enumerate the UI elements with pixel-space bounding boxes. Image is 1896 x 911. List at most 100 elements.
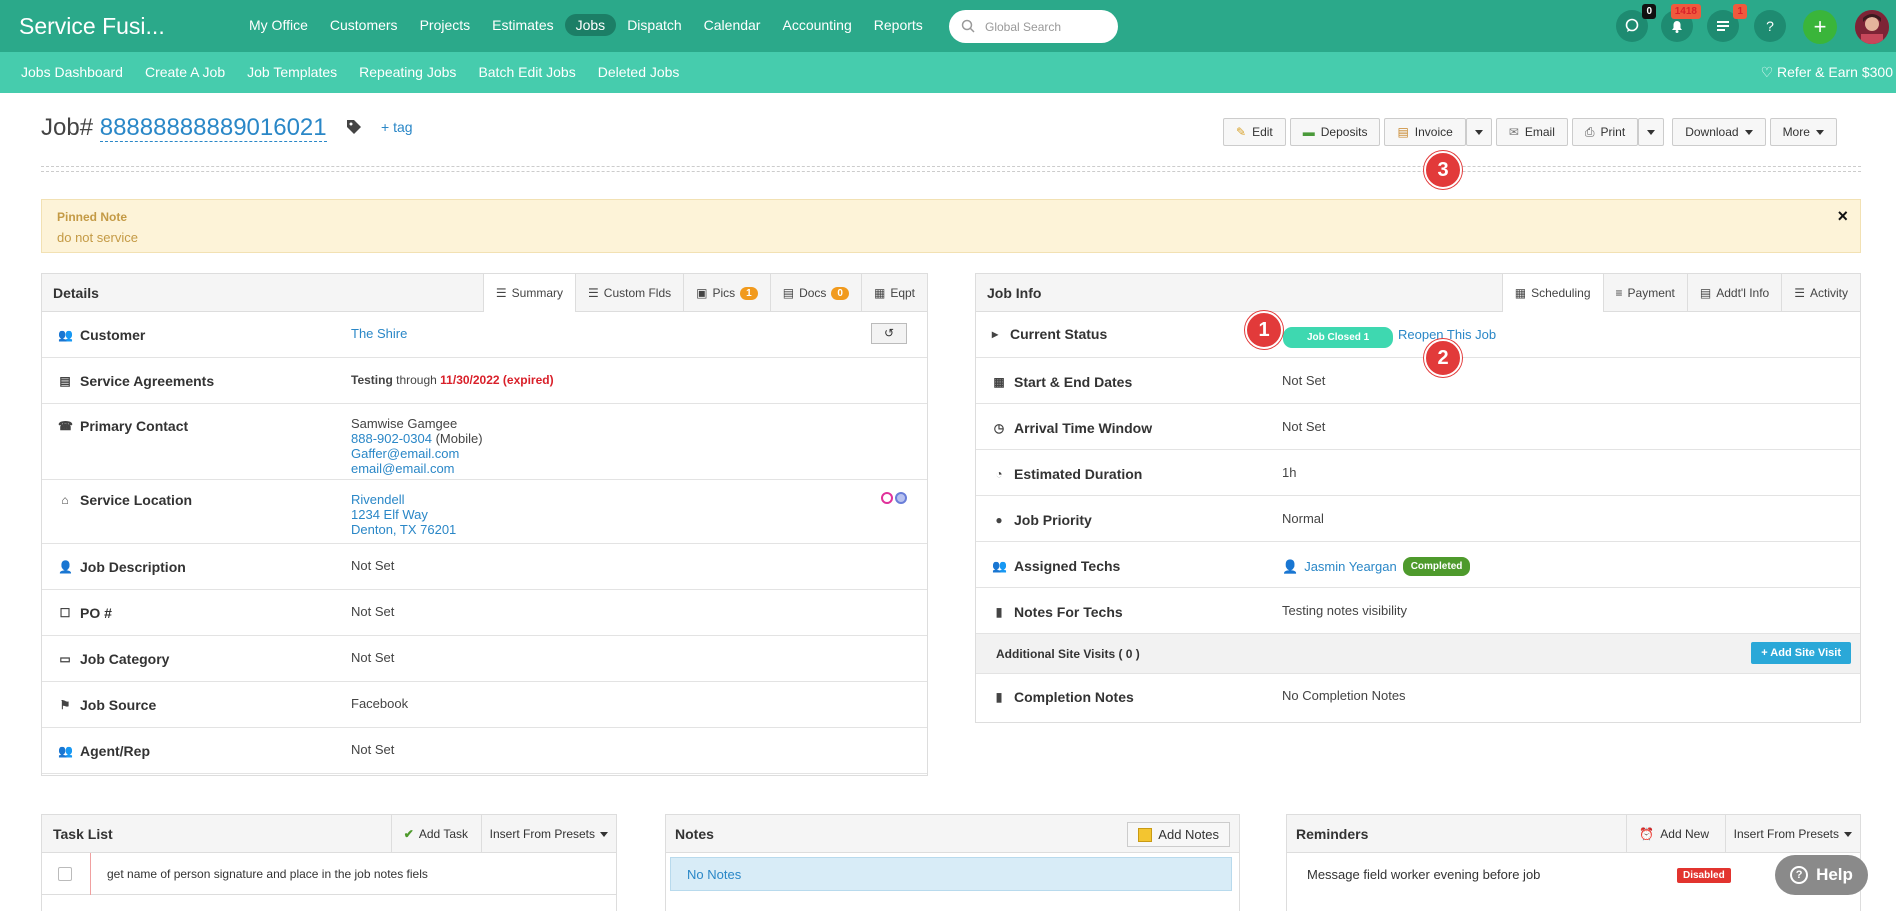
contact-email-link[interactable]: email@email.com <box>351 461 483 476</box>
refer-earn-link[interactable]: ♡ Refer & Earn $300 <box>1761 64 1893 81</box>
subnav-batch-edit-jobs[interactable]: Batch Edit Jobs <box>478 64 575 80</box>
list-icon: ☰ <box>1794 286 1805 300</box>
tag-icon[interactable] <box>345 118 363 136</box>
tab-activity[interactable]: ☰ Activity <box>1781 274 1860 312</box>
tab-docs[interactable]: ▤ Docs 0 <box>769 274 861 312</box>
location-street-link[interactable]: 1234 Elf Way <box>351 507 456 522</box>
download-button[interactable]: Download <box>1672 118 1766 146</box>
help-button[interactable]: ? <box>1754 10 1786 42</box>
location-name-link[interactable]: Rivendell <box>351 492 456 507</box>
equipment-icon: ▦ <box>873 286 886 300</box>
tasks-button[interactable]: 1 <box>1707 4 1747 42</box>
tab-equipment[interactable]: ▦ Eqpt <box>860 274 927 312</box>
details-title: Details <box>53 285 99 301</box>
email-button[interactable]: ✉ Email <box>1495 118 1568 146</box>
nav-reports[interactable]: Reports <box>863 14 934 36</box>
tab-additional-info[interactable]: ▤ Addt'l Info <box>1686 274 1781 312</box>
close-icon[interactable]: × <box>1837 206 1848 227</box>
tab-payment[interactable]: ≡ Payment <box>1602 274 1687 312</box>
user-edit-icon: 👤 <box>58 560 73 574</box>
subnav-repeating-jobs[interactable]: Repeating Jobs <box>359 64 456 80</box>
brand-logo[interactable]: Service Fusi... <box>19 13 165 40</box>
add-site-visit-button[interactable]: + Add Site Visit <box>1751 642 1851 664</box>
add-reminder-button[interactable]: ⏰ Add New <box>1626 815 1721 853</box>
heart-icon: ♡ <box>1760 64 1774 80</box>
duration-value: 1h <box>1282 465 1297 480</box>
tab-summary[interactable]: ☰ Summary <box>482 274 576 312</box>
completion-value: No Completion Notes <box>1282 688 1406 703</box>
reminder-text[interactable]: Message field worker evening before job <box>1307 867 1540 882</box>
details-panel: Details ☰ Summary ☰ Custom Flds ▣ Pics 1 ▤ Do… <box>41 273 928 776</box>
document-icon: ▤ <box>782 286 795 300</box>
sticky-note-icon <box>1138 827 1153 842</box>
chevron-down-icon <box>600 831 608 837</box>
location-city-link[interactable]: Denton, TX 76201 <box>351 522 456 537</box>
contact-email-link[interactable]: Gaffer@email.com <box>351 446 483 461</box>
task-row: get name of person signature and place i… <box>42 853 616 895</box>
customer-link[interactable]: The Shire <box>351 326 407 341</box>
completion-label: Completion Notes <box>1014 689 1134 705</box>
reminder-presets-dropdown[interactable]: Insert From Presets <box>1724 815 1860 853</box>
subnav-jobs-dashboard[interactable]: Jobs Dashboard <box>21 64 123 80</box>
job-prefix: Job# <box>41 114 94 141</box>
notifications-button[interactable]: 1418 <box>1661 4 1701 42</box>
notes-techs-value: Testing notes visibility <box>1282 603 1407 618</box>
nav-accounting[interactable]: Accounting <box>771 14 862 36</box>
deposits-button[interactable]: ▬ Deposits <box>1289 118 1381 146</box>
nav-dispatch[interactable]: Dispatch <box>616 14 692 36</box>
print-dropdown-button[interactable] <box>1638 118 1665 146</box>
tab-pics[interactable]: ▣ Pics 1 <box>683 274 770 312</box>
start-end-dates-row: ▦ Start & End Dates Not Set <box>976 358 1860 404</box>
contact-name: Samwise Gamgee <box>351 416 458 431</box>
expand-arrow-icon[interactable]: ▸ <box>988 327 1002 341</box>
agreement-name: Testing <box>351 373 393 387</box>
signpost-icon: ⚑ <box>59 698 71 712</box>
nav-customers[interactable]: Customers <box>319 14 409 36</box>
search-placeholder: Global Search <box>985 20 1062 34</box>
subnav-deleted-jobs[interactable]: Deleted Jobs <box>598 64 680 80</box>
reminder-status-badge[interactable]: Disabled <box>1677 868 1731 883</box>
current-status-label: Current Status <box>1010 326 1108 342</box>
history-button[interactable]: ↺ <box>871 323 907 344</box>
sub-navbar: Jobs Dashboard Create A Job Job Template… <box>0 52 1896 93</box>
checkmark-icon: ✔ <box>403 827 414 841</box>
edit-button[interactable]: ✎ Edit <box>1223 118 1286 146</box>
list-icon: ☰ <box>495 286 507 300</box>
nav-jobs[interactable]: Jobs <box>564 14 617 36</box>
contact-phone-link[interactable]: 888-902-0304 <box>351 431 432 446</box>
tab-scheduling[interactable]: ▦ Scheduling <box>1501 274 1603 312</box>
invoice-dropdown-button[interactable] <box>1465 118 1492 146</box>
nav-calendar[interactable]: Calendar <box>693 14 772 36</box>
nav-my-office[interactable]: My Office <box>238 14 319 36</box>
invoice-button[interactable]: ▤ Invoice <box>1384 118 1466 146</box>
task-list-title: Task List <box>53 826 113 842</box>
nav-estimates[interactable]: Estimates <box>481 14 564 36</box>
add-notes-button[interactable]: Add Notes <box>1127 822 1230 847</box>
tech-name-link[interactable]: Jasmin Yeargan <box>1304 559 1397 574</box>
print-button[interactable]: ⎙ Print <box>1571 118 1639 146</box>
camera-icon: ▣ <box>696 286 708 300</box>
add-tag-link[interactable]: + tag <box>381 119 413 135</box>
quick-add-button[interactable]: + <box>1803 10 1837 44</box>
job-number[interactable]: 88888888889016021 <box>99 114 327 142</box>
global-search-input[interactable]: Global Search <box>949 10 1118 43</box>
help-widget-button[interactable]: ? Help <box>1775 855 1868 895</box>
add-task-button[interactable]: ✔ Add Task <box>390 815 480 853</box>
task-presets-dropdown[interactable]: Insert From Presets <box>480 815 616 853</box>
task-text[interactable]: get name of person signature and place i… <box>107 867 428 881</box>
tab-custom-fields[interactable]: ☰ Custom Flds <box>575 274 683 312</box>
payment-icon: ≡ <box>1615 286 1623 300</box>
header-divider <box>41 166 1861 172</box>
tasks-count-badge: 1 <box>1733 4 1747 19</box>
subnav-job-templates[interactable]: Job Templates <box>247 64 337 80</box>
chevron-down-icon <box>1844 831 1852 837</box>
agent-rep-value: Not Set <box>351 742 395 757</box>
nav-projects[interactable]: Projects <box>409 14 482 36</box>
user-avatar[interactable] <box>1855 10 1889 44</box>
avatar-image <box>1855 10 1889 44</box>
more-button[interactable]: More <box>1769 118 1837 146</box>
chevron-down-icon <box>1815 129 1824 135</box>
subnav-create-job[interactable]: Create A Job <box>145 64 225 80</box>
chat-button[interactable]: 0 <box>1616 4 1656 42</box>
task-checkbox[interactable] <box>58 867 72 881</box>
